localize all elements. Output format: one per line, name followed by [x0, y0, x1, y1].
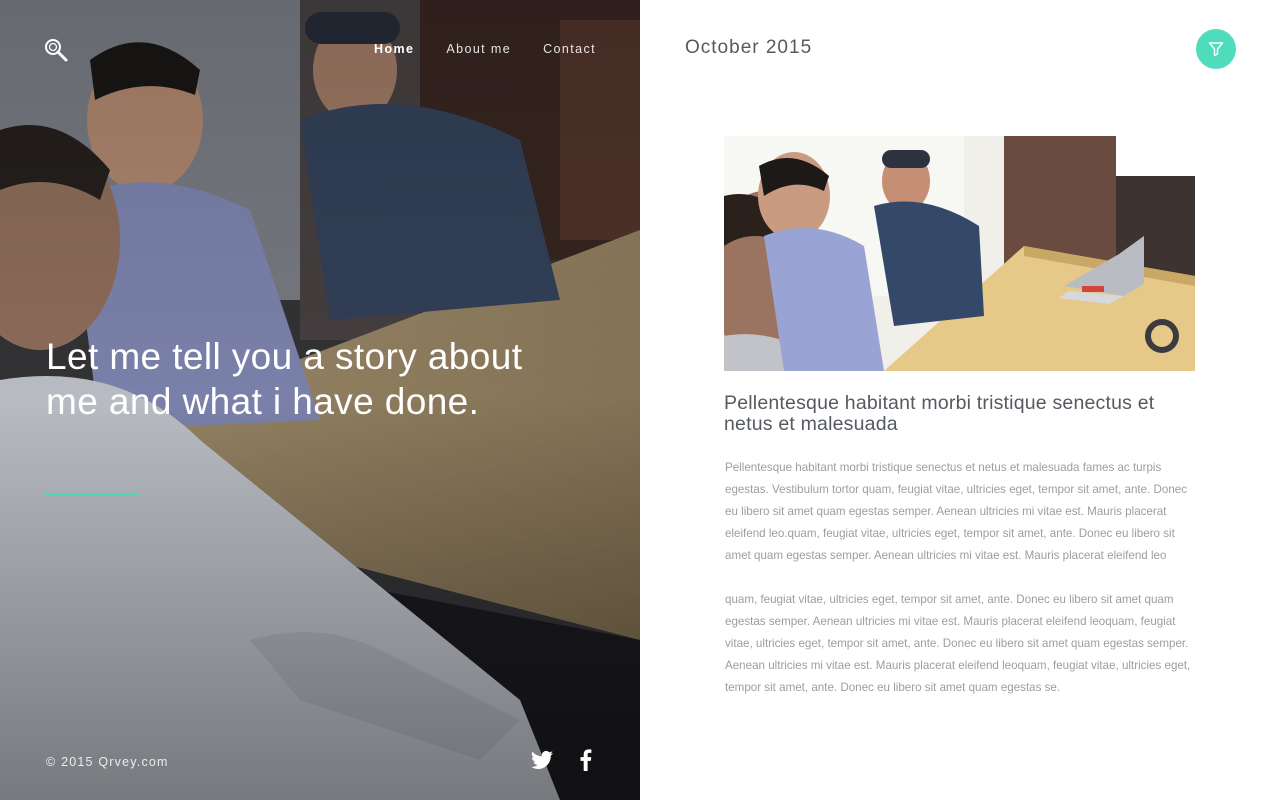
post-paragraph: Pellentesque habitant morbi tristique se… [725, 461, 1188, 562]
main-nav: Home About me Contact [374, 40, 596, 58]
copyright-text: © 2015 Qrvey.com [46, 755, 169, 769]
post-paragraph: quam, feugiat vitae, ultricies eget, tem… [725, 593, 1191, 694]
nav-about-me[interactable]: About me [446, 40, 511, 58]
archive-date: October 2015 [685, 37, 813, 58]
post-photo [724, 136, 1195, 371]
social-links [530, 748, 598, 772]
content-panel: October 2015 Pellentesque habitant morbi… [640, 0, 1280, 800]
search-button[interactable] [40, 34, 72, 66]
hero-panel: Home About me Contact Let me tell you a … [0, 0, 640, 800]
headline-underline [44, 493, 140, 495]
hero-headline: Let me tell you a story about me and wha… [46, 336, 523, 422]
twitter-link[interactable] [530, 748, 554, 772]
twitter-icon [531, 750, 553, 769]
facebook-link[interactable] [574, 748, 598, 772]
filter-icon [1208, 42, 1224, 57]
post-image[interactable] [724, 136, 1195, 371]
nav-contact[interactable]: Contact [543, 40, 596, 58]
nav-home[interactable]: Home [374, 40, 414, 58]
facebook-icon [580, 749, 592, 771]
filter-button[interactable] [1196, 29, 1236, 69]
search-icon [45, 39, 68, 62]
post-body: Pellentesque habitant morbi tristique se… [725, 457, 1201, 721]
post-title[interactable]: Pellentesque habitant morbi tristique se… [724, 393, 1204, 435]
